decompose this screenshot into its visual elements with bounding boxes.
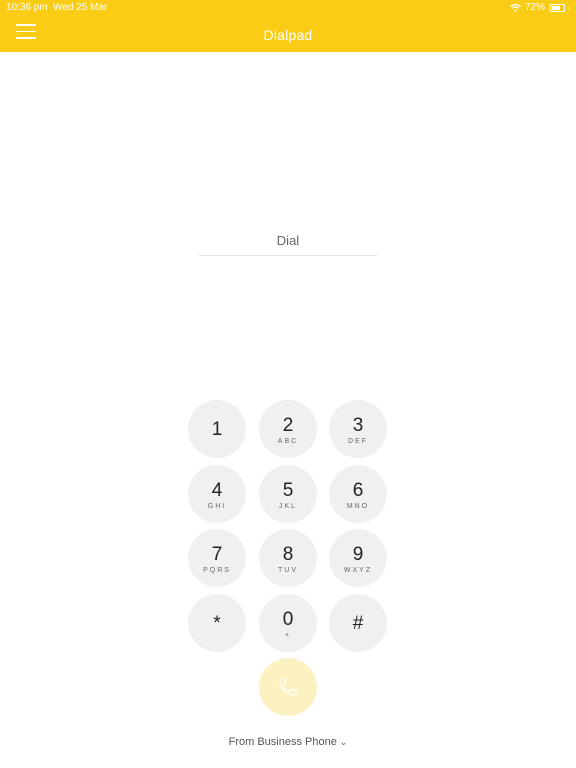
key-1[interactable]: 1	[188, 400, 246, 458]
key-8[interactable]: 8 TUV	[259, 529, 317, 587]
key-letters: DEF	[348, 438, 368, 445]
key-2[interactable]: 2 ABC	[259, 400, 317, 458]
key-6[interactable]: 6 MNO	[329, 465, 387, 523]
status-time: 10:36 pm	[6, 2, 48, 13]
battery-icon	[549, 4, 565, 12]
key-digit: 8	[282, 544, 294, 565]
dial-field[interactable]	[199, 228, 377, 256]
key-letters: MNO	[346, 503, 370, 510]
status-date: Wed 25 Mar	[53, 2, 108, 13]
key-letters: ABC	[277, 438, 299, 445]
chevron-down-icon: ⌄	[339, 737, 348, 747]
key-hash[interactable]: #	[329, 594, 387, 652]
battery-cap	[569, 6, 570, 10]
key-star[interactable]: *	[188, 594, 246, 652]
key-7[interactable]: 7 PQRS	[188, 529, 246, 587]
from-label: From Business Phone	[228, 736, 337, 748]
call-button[interactable]	[259, 658, 317, 716]
key-digit: 9	[352, 544, 364, 565]
key-digit: 5	[282, 480, 294, 501]
key-4[interactable]: 4 GHI	[188, 465, 246, 523]
status-bar: 10:36 pm Wed 25 Mar 72%	[0, 0, 576, 16]
key-letters: PQRS	[203, 567, 231, 574]
key-5[interactable]: 5 JKL	[259, 465, 317, 523]
key-3[interactable]: 3 DEF	[329, 400, 387, 458]
dial-input[interactable]	[199, 228, 377, 252]
from-number-selector[interactable]: From Business Phone ⌄	[0, 736, 576, 748]
top-bar: 10:36 pm Wed 25 Mar 72% Dialpad	[0, 0, 576, 52]
key-letters: WXYZ	[343, 567, 373, 574]
key-digit: #	[352, 613, 364, 634]
key-letters: JKL	[278, 503, 298, 510]
key-letters: TUV	[278, 567, 298, 574]
key-digit: 2	[282, 415, 294, 436]
status-right: 72%	[510, 0, 570, 16]
key-9[interactable]: 9 WXYZ	[329, 529, 387, 587]
page-title: Dialpad	[263, 27, 313, 43]
key-digit: 3	[352, 415, 364, 436]
key-digit: 4	[211, 480, 223, 501]
key-digit: 0	[282, 609, 294, 630]
key-digit: 1	[211, 419, 223, 440]
key-digit: 6	[352, 480, 364, 501]
key-digit: 7	[211, 544, 223, 565]
key-0[interactable]: 0 +	[259, 594, 317, 652]
wifi-icon	[510, 4, 521, 12]
phone-icon	[279, 678, 297, 696]
key-letters: +	[284, 632, 292, 639]
battery-percent: 72%	[524, 2, 545, 13]
key-letters: GHI	[207, 503, 227, 510]
key-digit: *	[213, 613, 221, 634]
